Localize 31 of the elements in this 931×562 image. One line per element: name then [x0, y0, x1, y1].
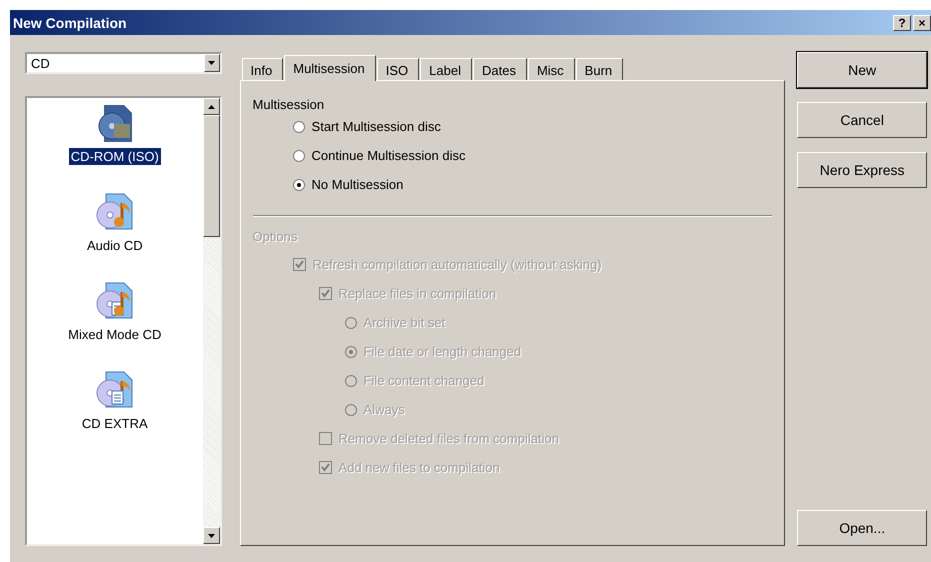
tab[interactable]: Dates: [472, 58, 527, 80]
tab[interactable]: ISO: [376, 58, 420, 80]
tab[interactable]: Misc: [528, 58, 575, 80]
option-label: No Multisession: [312, 177, 404, 192]
radio-button[interactable]: [292, 150, 305, 162]
radio-button[interactable]: [292, 120, 305, 132]
scroll-thumb[interactable]: [202, 115, 220, 237]
option-label: Continue Multisession disc: [312, 148, 466, 163]
scrollbar[interactable]: [202, 98, 220, 544]
tab[interactable]: Label: [420, 58, 472, 80]
compilation-item[interactable]: Mixed Mode CD: [66, 326, 164, 343]
option-label: Start Multisession disc: [312, 119, 441, 134]
dialog-button[interactable]: New: [797, 52, 927, 88]
section-title: Multisession: [252, 97, 324, 112]
compilation-item[interactable]: Audio CD: [84, 237, 145, 254]
scroll-down-icon: [208, 534, 215, 538]
tab[interactable]: Info: [242, 58, 284, 80]
dropdown-arrow-icon: [208, 61, 216, 65]
close-button[interactable]: ×: [913, 14, 931, 30]
tab[interactable]: Multisession: [284, 55, 376, 81]
window-title: New Compilation: [13, 14, 128, 30]
open-button[interactable]: Open...: [797, 510, 927, 546]
dialog-button[interactable]: Nero Express: [797, 152, 927, 188]
dialog-button[interactable]: Cancel: [797, 102, 927, 138]
disc-type-dropdown[interactable]: CD: [25, 52, 222, 74]
radio-button[interactable]: [292, 178, 305, 190]
compilation-item[interactable]: CD EXTRA: [80, 415, 150, 432]
tab[interactable]: Burn: [576, 58, 624, 80]
scroll-up-icon: [208, 104, 215, 108]
help-button[interactable]: ?: [893, 14, 911, 30]
compilation-item[interactable]: CD-ROM (ISO): [68, 148, 161, 165]
